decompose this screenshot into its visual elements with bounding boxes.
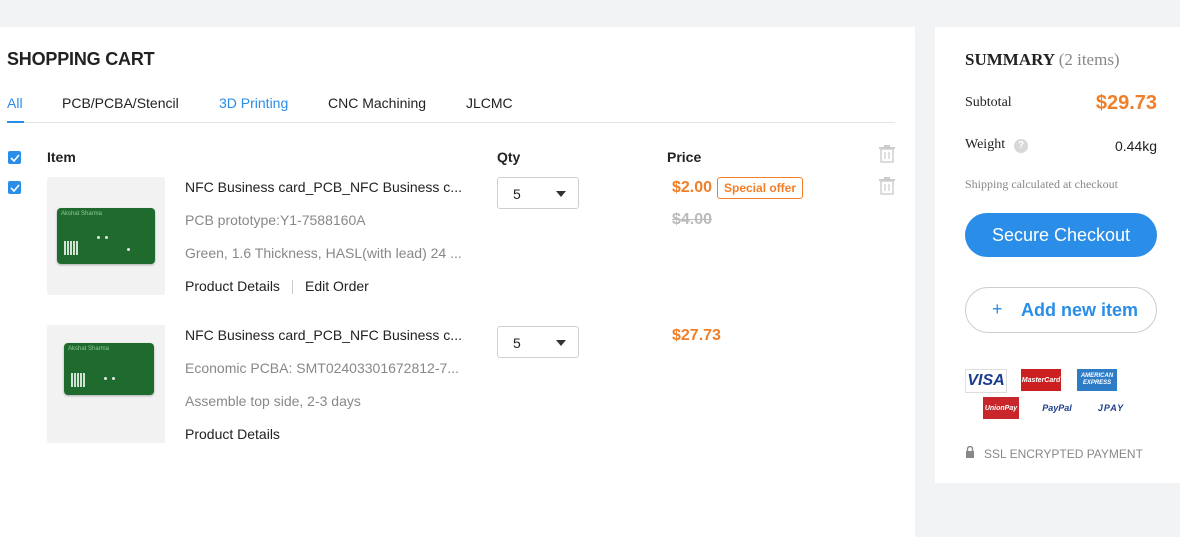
tab-3d-printing[interactable]: 3D Printing — [219, 95, 288, 111]
price-column-header: Price — [667, 149, 702, 165]
product-thumbnail[interactable]: Akshat Sharma — [47, 325, 165, 443]
active-tab-indicator — [7, 121, 24, 123]
qty-column-header: Qty — [497, 149, 521, 165]
trash-icon[interactable] — [879, 177, 895, 195]
summary-heading: SUMMARY — [965, 50, 1055, 69]
cart-panel: SHOPPING CART All PCB/PCBA/Stencil 3D Pr… — [0, 27, 915, 537]
qr-code-icon — [64, 241, 78, 255]
jcb-icon: JPAY — [1097, 403, 1125, 413]
delete-all-trash-icon[interactable] — [879, 145, 895, 163]
summary-panel: SUMMARY (2 items) Subtotal $29.73 Weight… — [935, 27, 1180, 483]
item-price: $2.00 — [672, 179, 713, 196]
page-title: SHOPPING CART — [7, 49, 155, 69]
summary-item-count: (2 items) — [1058, 50, 1120, 69]
shipping-note: Shipping calculated at checkout — [965, 177, 1118, 191]
subtotal-label: Subtotal — [965, 95, 1012, 110]
chevron-down-icon — [556, 191, 566, 197]
subtotal-value: $29.73 — [1095, 92, 1157, 114]
item-specs: Green, 1.6 Thickness, HASL(with lead) 24… — [185, 245, 462, 261]
pcb-image: Akshat Sharma — [57, 208, 155, 264]
check-icon — [9, 153, 20, 162]
item-specs: Assemble top side, 2-3 days — [185, 393, 361, 409]
mastercard-icon: MasterCard — [1021, 369, 1061, 391]
item-price: $27.73 — [672, 327, 721, 344]
edit-order-link[interactable]: Edit Order — [305, 278, 369, 294]
tab-cnc-machining[interactable]: CNC Machining — [328, 95, 426, 111]
check-icon — [9, 183, 20, 192]
quantity-value: 5 — [513, 186, 521, 202]
tab-pcb[interactable]: PCB/PCBA/Stencil — [62, 95, 179, 111]
chevron-down-icon — [556, 340, 566, 346]
original-price: $4.00 — [672, 211, 713, 228]
tab-all[interactable]: All — [7, 95, 23, 111]
tab-jlcmc[interactable]: JLCMC — [466, 95, 513, 111]
product-thumbnail[interactable]: Akshat Sharma — [47, 177, 165, 295]
pcb-image: Akshat Sharma — [64, 343, 154, 395]
lock-icon — [966, 446, 974, 458]
special-offer-badge: Special offer — [717, 177, 804, 199]
pcb-label: Akshat Sharma — [61, 211, 103, 217]
quantity-select[interactable]: 5 — [497, 326, 579, 358]
item-title[interactable]: NFC Business card_PCB_NFC Business c... — [185, 327, 462, 343]
product-details-link[interactable]: Product Details — [185, 278, 280, 294]
help-icon[interactable]: ? — [1014, 139, 1028, 153]
item-title[interactable]: NFC Business card_PCB_NFC Business c... — [185, 179, 462, 195]
item-order-number: Economic PCBA: SMT02403301672812-7... — [185, 360, 459, 376]
item-checkbox[interactable] — [8, 181, 21, 194]
amex-icon: AMERICAN EXPRESS — [1077, 369, 1117, 391]
quantity-value: 5 — [513, 335, 521, 351]
visa-icon: VISA — [965, 369, 1007, 393]
ssl-encrypted-label: SSL ENCRYPTED PAYMENT — [984, 447, 1143, 461]
pcb-label: Akshat Sharma — [68, 346, 110, 352]
product-details-link[interactable]: Product Details — [185, 426, 280, 442]
plus-icon: + — [992, 299, 1003, 319]
quantity-select[interactable]: 5 — [497, 177, 579, 209]
add-new-item-label: Add new item — [1021, 300, 1139, 320]
item-order-number: PCB prototype:Y1-7588160A — [185, 212, 366, 228]
add-new-item-button[interactable]: + Add new item — [965, 287, 1157, 333]
unionpay-icon: UnionPay — [983, 397, 1019, 419]
secure-checkout-button[interactable]: Secure Checkout — [965, 213, 1157, 257]
weight-label: Weight — [965, 137, 1006, 152]
select-all-checkbox[interactable] — [8, 151, 21, 164]
summary-title: SUMMARY (2 items) — [965, 50, 1120, 70]
paypal-icon: PayPal — [1042, 403, 1072, 413]
link-divider — [292, 280, 293, 294]
qr-code-icon — [71, 373, 85, 387]
category-tabs: All PCB/PCBA/Stencil 3D Printing CNC Mac… — [7, 95, 895, 123]
weight-value: 0.44kg — [1114, 138, 1157, 154]
item-column-header: Item — [47, 149, 76, 165]
